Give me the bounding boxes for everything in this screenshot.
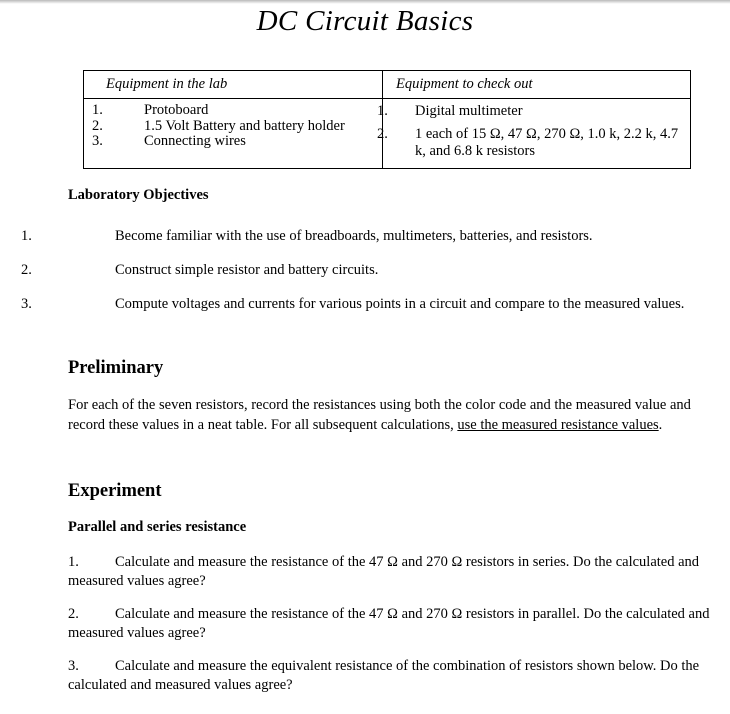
list-item-number: 1. [68,554,79,570]
list-item: 1. Become familiar with the use of breadb… [21,228,708,245]
list-item-label: 1.5 Volt Battery and battery holder [144,117,345,134]
subsection-heading-parallel-series: Parallel and series resistance [68,519,247,535]
preliminary-text-after: . [658,417,663,433]
list-item-number: 3. [21,296,32,312]
list-item-number: 2. [377,126,388,142]
list-item: 3. Connecting wires [84,133,382,150]
list-item: 3. Compute voltages and currents for vari… [21,296,708,313]
list-item-label: 1 each of 15 Ω, 47 Ω, 270 Ω, 1.0 k, 2.2 … [415,126,679,159]
column-header-lab: Equipment in the lab [106,76,228,92]
list-item-label: Compute voltages and currents for variou… [115,296,685,312]
table-header-row: Equipment in the lab Equipment to check … [83,70,691,99]
equipment-table: Equipment in the lab Equipment to check … [83,70,691,169]
experiment-item: 1. Calculate and measure the resistance o… [68,553,713,591]
list-item: 2. Construct simple resistor and battery … [21,262,708,279]
lab-equipment-list: 1. Protoboard 2. 1.5 Volt Battery and batt… [84,102,382,150]
experiment-item: 2. Calculate and measure the resistance o… [68,605,713,643]
checkout-items-body: 1. Digital multimeter 2. 1 each of 15 Ω, 4… [377,99,690,168]
table-cell-lab-header: Equipment in the lab [83,70,383,99]
table-body-row: 1. Protoboard 2. 1.5 Volt Battery and batt… [83,98,691,169]
experiment-item: 3. Calculate and measure the equivalent r… [68,657,713,695]
list-item-label: Calculate and measure the resistance of … [68,606,710,641]
lab-items-body: 1. Protoboard 2. 1.5 Volt Battery and batt… [84,99,382,158]
page-title: DC Circuit Basics [256,5,474,37]
table-cell-checkout-header: Equipment to check out [382,70,691,99]
checkout-equipment-list: 1. Digital multimeter 2. 1 each of 15 Ω, 4… [377,103,690,160]
list-item-number: 1. [21,228,32,244]
list-item-number: 3. [92,133,103,150]
section-heading-preliminary: Preliminary [68,358,164,378]
objectives-list: 1. Become familiar with the use of breadb… [21,228,708,330]
list-item-number: 1. [92,102,103,118]
list-item-number: 1. [377,103,388,119]
column-header-checkout: Equipment to check out [396,76,533,92]
document-page: DC Circuit Basics Equipment in the lab E… [0,0,730,714]
section-heading-objectives: Laboratory Objectives [68,187,209,203]
list-item: 2. 1 each of 15 Ω, 47 Ω, 270 Ω, 1.0 k, 2.… [377,126,690,160]
list-item: 2. 1.5 Volt Battery and battery holder [84,117,382,135]
table-cell-checkout-items: 1. Digital multimeter 2. 1 each of 15 Ω, 4… [377,98,691,169]
list-item-number: 2. [68,606,79,622]
list-item-label: Become familiar with the use of breadboa… [115,228,593,244]
preliminary-paragraph: For each of the seven resistors, record … [68,395,698,435]
preliminary-text-underlined: use the measured resistance values [457,417,659,433]
list-item-number: 2. [21,262,32,278]
section-heading-experiment: Experiment [68,481,162,501]
list-item-label: Calculate and measure the equivalent res… [68,658,700,693]
list-item-label: Construct simple resistor and battery ci… [115,262,379,278]
list-item-number: 2. [92,117,103,134]
table-cell-lab-items: 1. Protoboard 2. 1.5 Volt Battery and batt… [83,98,383,169]
list-item-number: 3. [68,658,79,674]
list-item-label: Calculate and measure the resistance of … [68,554,700,589]
list-item: 1. Digital multimeter [377,103,690,120]
list-item-label: Protoboard [144,102,209,118]
list-item-label: Digital multimeter [415,103,523,119]
list-item: 1. Protoboard [84,102,382,119]
list-item-label: Connecting wires [144,133,246,150]
